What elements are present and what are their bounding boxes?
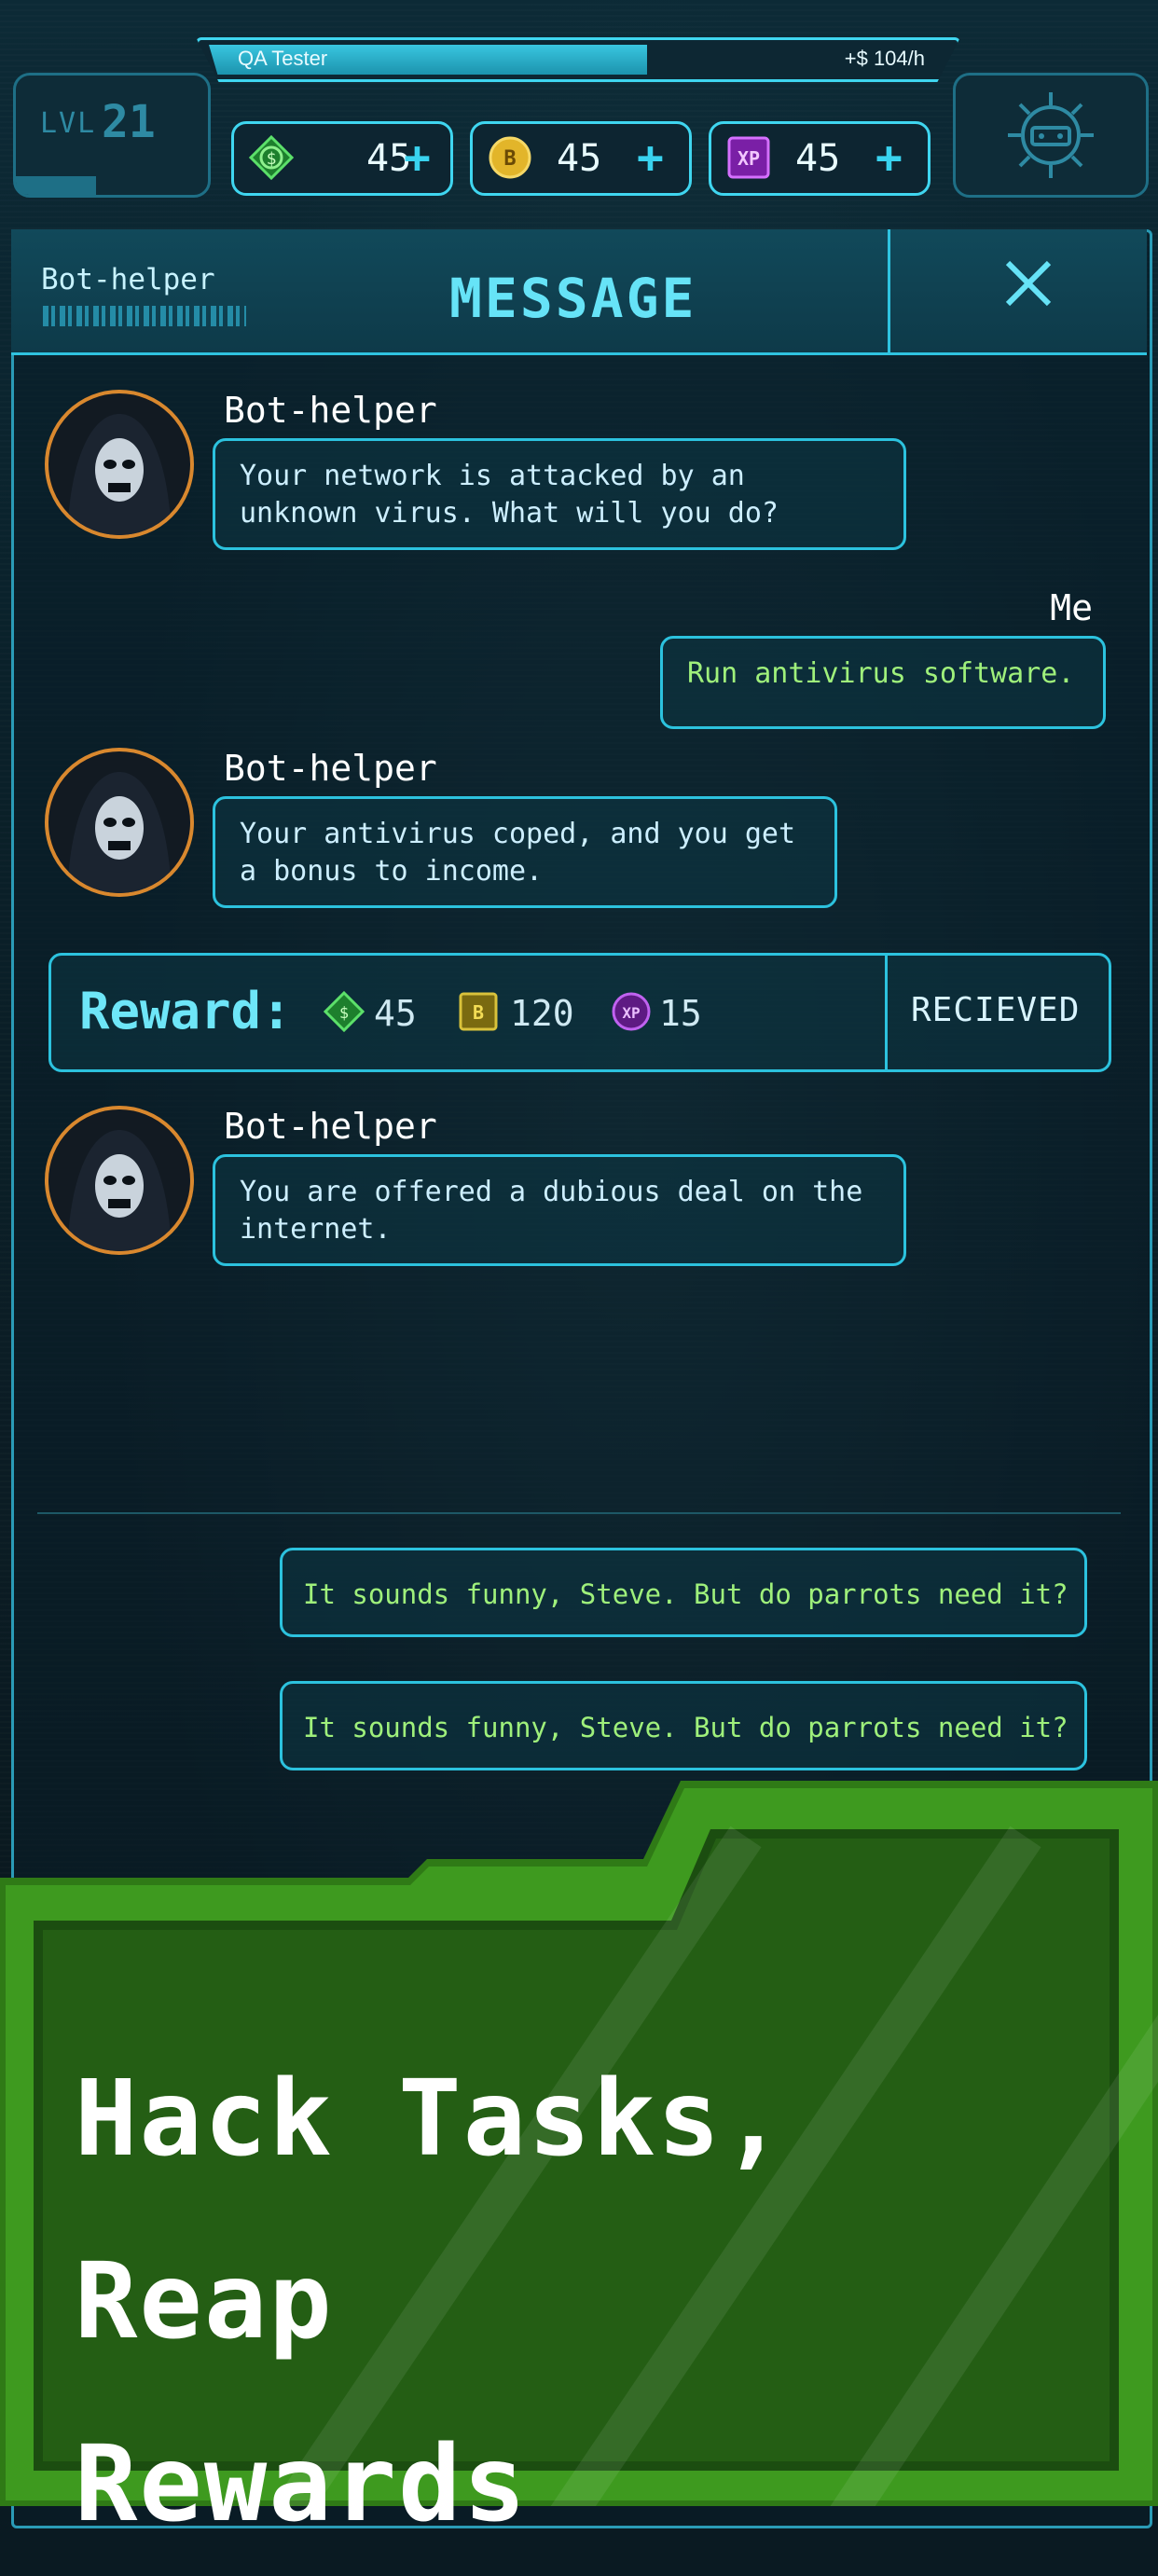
reply-divider [37,1512,1121,1514]
level-label: LVL [40,107,97,140]
promo-headline-line2: Rewards [75,2424,529,2545]
sender-tag: Bot-helper [11,229,255,352]
xp-balance[interactable]: XP 45 + [709,121,931,196]
promo-headline-line1: Hack Tasks, Reap [75,2059,787,2362]
reward-status: RECIEVED [911,991,1081,1029]
message-author: Bot-helper [224,1106,437,1147]
reward-label: Reward: [79,982,292,1040]
message-author: Bot-helper [224,748,437,789]
reward-row: Reward: $ 45 B 120 XP 15 RECIEVED [48,953,1111,1072]
promo-headline: Hack Tasks, Reap Rewards [75,2028,1007,2576]
close-icon [1005,260,1052,307]
hooded-bot-icon [67,1130,172,1251]
settings-button[interactable] [953,73,1149,198]
dollar-balance[interactable]: $ 45 + [231,121,453,196]
svg-text:$: $ [267,149,277,169]
income-rate: +$ 104/h [844,47,925,70]
add-dollars-button[interactable]: + [404,131,431,184]
message-author: Bot-helper [224,390,437,431]
reward-bitcoin: 120 [510,993,574,1034]
level-indicator[interactable]: LVL 21 [13,73,211,198]
reply-option-button[interactable]: It sounds funny, Steve. But do parrots n… [280,1548,1087,1637]
panel-title: MESSAGE [449,267,697,330]
svg-text:XP: XP [622,1004,640,1022]
dollar-chip-icon: $ [324,991,365,1032]
bot-message-bubble: Your network is attacked by an unknown v… [213,438,906,550]
hooded-bot-icon [67,414,172,535]
svg-text:B: B [473,1001,484,1024]
add-xp-button[interactable]: + [875,131,903,184]
hooded-bot-icon [67,772,172,893]
gear-icon [1008,92,1094,178]
bitcoin-balance[interactable]: B 45 + [470,121,692,196]
message-author-me: Me [1050,587,1093,628]
bitcoin-coin-icon: B [459,992,498,1031]
svg-text:B: B [503,147,516,171]
message-panel-header: Bot-helper MESSAGE [11,229,1147,355]
dollar-chip-icon: $ [249,135,294,180]
my-message-bubble: Run antivirus software. [660,636,1106,729]
glyph-code-decoration [43,306,246,326]
player-title-bar: QA Tester +$ 104/h [196,37,960,82]
bot-message-bubble: Your antivirus coped, and you get a bonu… [213,796,837,908]
reply-option-button[interactable]: It sounds funny, Steve. But do parrots n… [280,1681,1087,1770]
add-bitcoin-button[interactable]: + [637,131,664,184]
bot-avatar [45,1106,194,1255]
close-button[interactable] [888,229,1150,352]
player-title: QA Tester [238,47,328,70]
xp-badge-icon: XP [612,992,651,1031]
bot-avatar [45,390,194,539]
level-value: 21 [102,96,156,148]
xp-value: 45 [795,137,841,180]
svg-text:$: $ [339,1004,349,1023]
xp-badge-icon: XP [727,136,770,179]
bitcoin-value: 45 [557,137,602,180]
sender-name: Bot-helper [41,263,215,296]
reward-dollars: 45 [374,993,417,1034]
svg-text:XP: XP [738,147,760,170]
reward-xp: 15 [659,993,702,1034]
bot-avatar [45,748,194,897]
level-progress-bar [16,176,96,195]
bot-message-bubble: You are offered a dubious deal on the in… [213,1154,906,1266]
bitcoin-coin-icon: B [489,136,531,179]
